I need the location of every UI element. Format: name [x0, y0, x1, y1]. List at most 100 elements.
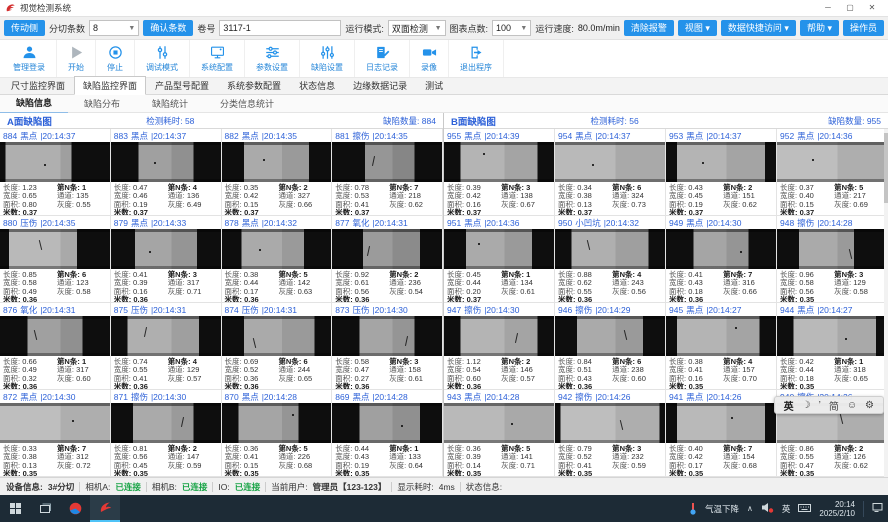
roll-number-input[interactable]	[219, 20, 341, 36]
defect-cell[interactable]: 880 压伤 |20:14:35 长度: 0.85 宽度: 0.58 面积: 0…	[0, 216, 111, 303]
defect-image[interactable]	[0, 403, 110, 443]
subtab-defect-distribution[interactable]: 缺陷分布	[68, 94, 136, 113]
defect-cell[interactable]: 952 黑点 |20:14:36 长度: 0.37 宽度: 0.40 面积: 0…	[777, 129, 888, 216]
defect-cell[interactable]: 955 黑点 |20:14:39 长度: 0.39 宽度: 0.42 面积: 0…	[444, 129, 555, 216]
defect-image[interactable]	[444, 316, 554, 356]
defect-image[interactable]	[777, 229, 887, 269]
defect-image[interactable]	[222, 316, 332, 356]
vertical-scrollbar[interactable]	[884, 129, 888, 477]
ime-lang-en[interactable]: 英	[784, 398, 794, 413]
defect-cell[interactable]: 954 黑点 |20:14:37 长度: 0.34 宽度: 0.38 面积: 0…	[555, 129, 666, 216]
defect-image[interactable]	[666, 316, 776, 356]
defect-image[interactable]	[222, 403, 332, 443]
defect-cell[interactable]: 949 黑点 |20:14:30 长度: 0.41 宽度: 0.43 面积: 0…	[666, 216, 777, 303]
start-menu-button[interactable]	[0, 495, 30, 522]
defect-image[interactable]	[555, 403, 665, 443]
system-clock[interactable]: 20:14 2025/2/10	[819, 500, 855, 518]
defect-image[interactable]	[777, 316, 887, 356]
defect-image[interactable]	[666, 142, 776, 182]
slit-count-select[interactable]: 8▼	[89, 20, 139, 36]
volume-button[interactable]	[761, 500, 774, 518]
subtab-defect-info[interactable]: 缺陷信息	[0, 93, 68, 114]
video-record-button[interactable]: 录像	[410, 40, 449, 77]
language-indicator[interactable]: 英	[782, 503, 791, 515]
weather-text[interactable]: 气温下降	[705, 503, 739, 515]
close-button[interactable]: ✕	[861, 0, 883, 16]
run-mode-select[interactable]: 双面检测▼	[388, 20, 446, 36]
defect-cell[interactable]: 943 黑点 |20:14:28 长度: 0.36 宽度: 0.39 面积: 0…	[444, 390, 555, 477]
confirm-count-button[interactable]: 确认条数	[143, 20, 193, 36]
defect-cell[interactable]: 947 擦伤 |20:14:30 长度: 1.12 宽度: 0.54 面积: 0…	[444, 303, 555, 390]
touch-keyboard-button[interactable]	[798, 500, 811, 518]
log-record-button[interactable]: 日志记录	[355, 40, 410, 77]
defect-cell[interactable]: 878 黑点 |20:14:32 长度: 0.38 宽度: 0.44 面积: 0…	[222, 216, 333, 303]
help-menu-button[interactable]: 帮助 ▾	[800, 20, 839, 36]
defect-image[interactable]	[777, 142, 887, 182]
admin-login-button[interactable]: 管理登录	[2, 40, 57, 77]
defect-cell[interactable]: 941 黑点 |20:14:26 长度: 0.40 宽度: 0.42 面积: 0…	[666, 390, 777, 477]
defect-image[interactable]	[222, 142, 332, 182]
defect-image[interactable]	[222, 229, 332, 269]
defect-image[interactable]	[666, 229, 776, 269]
defect-image[interactable]	[0, 142, 110, 182]
defect-image[interactable]	[0, 316, 110, 356]
view-menu-button[interactable]: 视图 ▾	[678, 20, 717, 36]
defect-cell[interactable]: 879 黑点 |20:14:33 长度: 0.41 宽度: 0.39 面积: 0…	[111, 216, 222, 303]
taskbar-app-button[interactable]	[60, 495, 90, 522]
tab-product-config[interactable]: 产品型号配置	[146, 76, 218, 95]
param-settings-button[interactable]: 参数设置	[245, 40, 300, 77]
ime-simplified[interactable]: 简	[829, 398, 839, 413]
defect-cell[interactable]: 882 黑点 |20:14:35 长度: 0.35 宽度: 0.42 面积: 0…	[222, 129, 333, 216]
defect-image[interactable]	[332, 142, 442, 182]
ime-emoji-icon[interactable]: ☺	[847, 400, 857, 411]
defect-cell[interactable]: 874 压伤 |20:14:31 长度: 0.69 宽度: 0.52 面积: 0…	[222, 303, 333, 390]
clear-alarm-button[interactable]: 清除报警	[624, 20, 674, 36]
tab-system-params[interactable]: 系统参数配置	[218, 76, 290, 95]
defect-image[interactable]	[444, 403, 554, 443]
defect-cell[interactable]: 946 擦伤 |20:14:29 长度: 0.84 宽度: 0.51 面积: 0…	[555, 303, 666, 390]
defect-cell[interactable]: 881 擦伤 |20:14:35 长度: 0.78 宽度: 0.53 面积: 0…	[332, 129, 443, 216]
defect-cell[interactable]: 877 氧化 |20:14:31 长度: 0.92 宽度: 0.61 面积: 0…	[332, 216, 443, 303]
operator-button[interactable]: 操作员	[843, 20, 884, 36]
minimize-button[interactable]: ─	[817, 0, 839, 16]
stop-button[interactable]: 停止	[96, 40, 135, 77]
defect-image[interactable]	[332, 229, 442, 269]
subtab-class-stats[interactable]: 分类信息统计	[204, 94, 290, 113]
defect-cell[interactable]: 945 黑点 |20:14:27 长度: 0.38 宽度: 0.41 面积: 0…	[666, 303, 777, 390]
scrollbar-thumb[interactable]	[884, 133, 888, 203]
debug-mode-button[interactable]: 调试模式	[135, 40, 190, 77]
task-view-button[interactable]	[30, 495, 60, 522]
defect-cell[interactable]: 884 黑点 |20:14:37 长度: 1.23 宽度: 0.65 面积: 0…	[0, 129, 111, 216]
tab-edge-data[interactable]: 边缘数据记录	[344, 76, 416, 95]
defect-cell[interactable]: 953 黑点 |20:14:37 长度: 0.43 宽度: 0.45 面积: 0…	[666, 129, 777, 216]
defect-image[interactable]	[111, 403, 221, 443]
defect-image[interactable]	[555, 229, 665, 269]
defect-cell[interactable]: 875 压伤 |20:14:31 长度: 0.74 宽度: 0.55 面积: 0…	[111, 303, 222, 390]
defect-image[interactable]	[666, 403, 776, 443]
tab-test[interactable]: 测试	[416, 76, 452, 95]
defect-image[interactable]	[111, 316, 221, 356]
ime-moon-icon[interactable]: ☽	[802, 400, 811, 411]
defect-cell[interactable]: 872 黑点 |20:14:30 长度: 0.33 宽度: 0.38 面积: 0…	[0, 390, 111, 477]
action-center-button[interactable]	[872, 500, 883, 518]
ime-settings-icon[interactable]: ⚙	[865, 400, 874, 411]
defect-image[interactable]	[0, 229, 110, 269]
defect-cell[interactable]: 948 擦伤 |20:14:28 长度: 0.96 宽度: 0.58 面积: 0…	[777, 216, 888, 303]
taskbar-active-app-button[interactable]	[90, 495, 120, 522]
defect-image[interactable]	[332, 316, 442, 356]
defect-cell[interactable]: 950 小凹坑 |20:14:32 长度: 0.88 宽度: 0.62 面积: …	[555, 216, 666, 303]
defect-cell[interactable]: 944 黑点 |20:14:27 长度: 0.42 宽度: 0.44 面积: 0…	[777, 303, 888, 390]
exit-program-button[interactable]: 退出程序	[449, 40, 504, 77]
tab-status-info[interactable]: 状态信息	[290, 76, 344, 95]
defect-image[interactable]	[111, 229, 221, 269]
defect-cell[interactable]: 871 擦伤 |20:14:30 长度: 0.81 宽度: 0.56 面积: 0…	[111, 390, 222, 477]
defect-image[interactable]	[444, 142, 554, 182]
defect-image[interactable]	[332, 403, 442, 443]
defect-image[interactable]	[111, 142, 221, 182]
defect-image[interactable]	[444, 229, 554, 269]
defect-cell[interactable]: 873 压伤 |20:14:30 长度: 0.58 宽度: 0.47 面积: 0…	[332, 303, 443, 390]
tray-overflow-button[interactable]: ∧	[747, 504, 753, 513]
quick-access-menu-button[interactable]: 数据快捷访问 ▾	[721, 20, 796, 36]
defect-settings-button[interactable]: 缺陷设置	[300, 40, 355, 77]
maximize-button[interactable]: ▢	[839, 0, 861, 16]
